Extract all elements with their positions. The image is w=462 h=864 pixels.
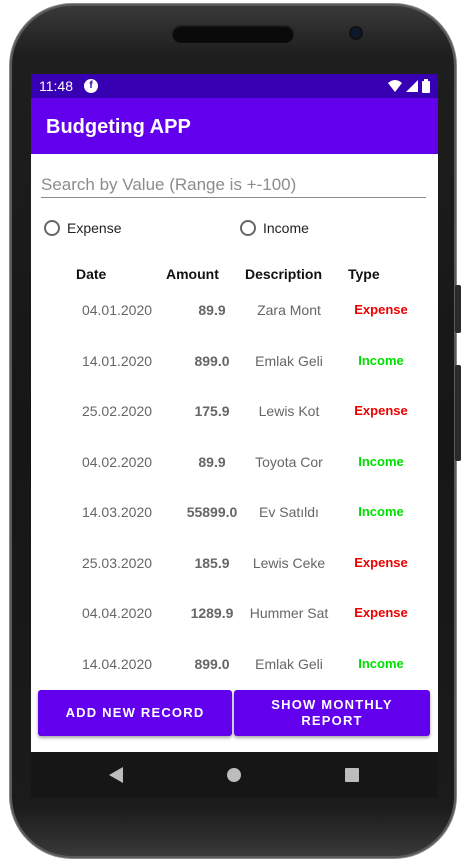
record-row[interactable]: 04.01.2020 89.9 Zara Mont Expense (31, 296, 438, 346)
record-description: Lewis Ceke (252, 554, 326, 571)
app-bar: Budgeting APP (31, 98, 438, 154)
record-date: 04.04.2020 (81, 605, 153, 621)
record-type: Income (358, 352, 404, 368)
record-amount: 899.0 (194, 352, 230, 369)
record-description: Zara Mont (257, 302, 321, 318)
back-icon[interactable] (109, 767, 123, 783)
income-radio-label: Income (263, 220, 309, 236)
record-amount: 89.9 (198, 453, 226, 470)
header-amount: Amount (166, 266, 219, 282)
app-title: Budgeting APP (46, 116, 191, 138)
record-description: Emlak Geli (255, 655, 323, 672)
status-time: 11:48 (39, 78, 73, 94)
show-monthly-report-label: SHOW MONTHLY REPORT (271, 697, 393, 728)
record-description: Lewis Kot (258, 403, 320, 419)
system-nav-bar (31, 752, 438, 798)
expense-radio-circle (44, 220, 60, 236)
record-amount: 175.9 (194, 403, 230, 419)
show-monthly-report-button[interactable]: SHOW MONTHLY REPORT (234, 690, 430, 736)
record-amount: 89.9 (198, 302, 226, 318)
record-date: 25.03.2020 (81, 554, 153, 571)
record-type: Income (358, 504, 404, 519)
record-row[interactable]: 25.02.2020 175.9 Lewis Kot Expense (31, 397, 438, 447)
record-type: Income (358, 453, 404, 469)
header-type: Type (348, 266, 380, 282)
header-date: Date (76, 266, 107, 282)
record-amount: 1289.9 (190, 605, 234, 621)
expense-radio-label: Expense (67, 220, 122, 236)
record-row[interactable]: 14.01.2020 899.0 Emlak Geli Income (31, 347, 438, 397)
volume-button (455, 365, 461, 461)
record-type: Expense (354, 554, 408, 570)
record-amount: 185.9 (194, 554, 230, 571)
status-icons (388, 79, 430, 93)
recent-apps-icon[interactable] (345, 768, 359, 782)
power-button (455, 285, 461, 333)
front-camera (351, 28, 361, 38)
home-icon[interactable] (227, 768, 241, 782)
wifi-icon (388, 80, 402, 92)
record-type: Expense (354, 403, 408, 418)
record-date: 04.01.2020 (81, 302, 153, 318)
record-type: Expense (354, 302, 408, 317)
income-radio-circle (240, 220, 256, 236)
signal-icon (406, 80, 418, 92)
record-date: 04.02.2020 (81, 453, 153, 470)
record-date: 25.02.2020 (81, 403, 153, 419)
add-new-record-label: ADD NEW RECORD (65, 705, 205, 720)
header-description: Description (245, 266, 323, 282)
record-description: Ev Satıldı (259, 504, 319, 520)
search-input[interactable] (41, 172, 426, 198)
record-row[interactable]: 25.03.2020 185.9 Lewis Ceke Expense (31, 549, 438, 599)
app-screen: 11:48 f Budgeting APP Expense Income Dat… (31, 74, 438, 798)
expense-radio[interactable]: Expense (44, 220, 121, 236)
notification-icon: f (84, 79, 98, 93)
record-row[interactable]: 04.02.2020 89.9 Toyota Cor Income (31, 448, 438, 498)
record-row[interactable]: 14.03.2020 55899.0 Ev Satıldı Income (31, 498, 438, 548)
record-date: 14.04.2020 (81, 655, 153, 672)
record-description: Emlak Geli (255, 352, 323, 369)
record-date: 14.03.2020 (81, 504, 153, 520)
income-radio[interactable]: Income (240, 220, 309, 236)
record-type: Expense (354, 605, 408, 620)
speaker-grille (172, 25, 294, 43)
record-type: Income (358, 655, 404, 671)
record-description: Hummer Sat (249, 605, 329, 621)
record-amount: 899.0 (194, 655, 230, 672)
record-amount: 55899.0 (186, 504, 238, 520)
battery-icon (422, 79, 430, 93)
record-date: 14.01.2020 (81, 352, 153, 369)
add-new-record-button[interactable]: ADD NEW RECORD (38, 690, 232, 736)
record-description: Toyota Cor (255, 453, 323, 470)
status-bar: 11:48 f (31, 74, 438, 98)
record-row[interactable]: 04.04.2020 1289.9 Hummer Sat Expense (31, 599, 438, 649)
